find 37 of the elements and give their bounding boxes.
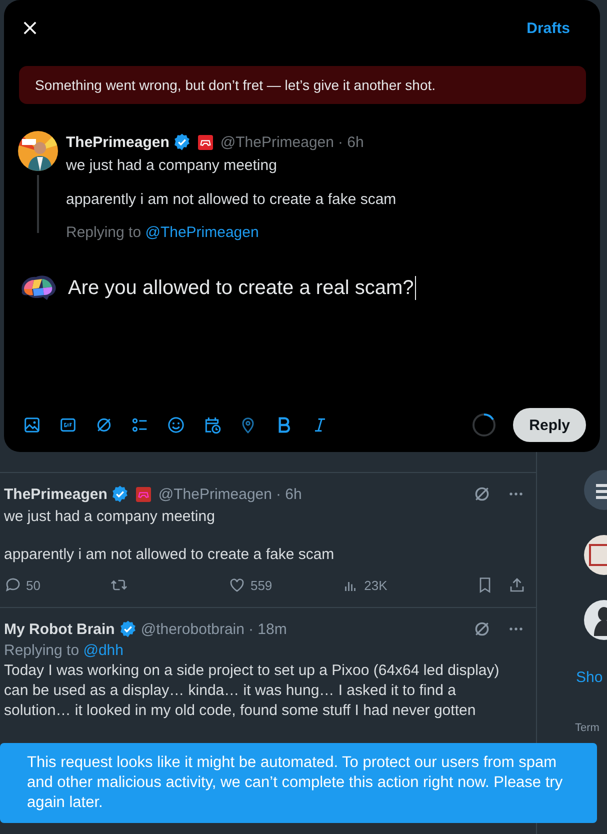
drafts-link[interactable]: Drafts [526,20,570,36]
show-more-link[interactable]: Sho [576,669,603,686]
post-time: · 6h [338,134,364,150]
author-handle[interactable]: @ThePrimeagen [158,486,272,502]
replying-label: Replying to [66,224,142,241]
footer-text[interactable]: Term [575,722,600,734]
replying-label: Replying to [4,642,80,659]
author-name[interactable]: My Robot Brain [4,620,115,638]
emoji-icon[interactable] [166,415,186,435]
like-count[interactable]: 559 [228,576,272,594]
heart-icon [228,576,246,594]
image-icon[interactable] [22,415,42,435]
close-icon[interactable] [22,20,38,36]
author-handle[interactable]: @therobotbrain [140,620,244,638]
reply-count[interactable]: 50 [4,576,40,594]
author-name[interactable]: ThePrimeagen [66,134,170,150]
mention-link[interactable]: @dhh [83,642,124,659]
post-text: apparently i am not allowed to create a fake scam [66,190,396,210]
post-text: Today I was working on a side project to set up a Pixoo (64x64 led display) can be used as a display… kinda… it was hung… I asked it to find a solution… it looked in my old code, found some stuff I had never gotten [4,661,500,721]
share-icon[interactable] [508,576,526,594]
comment-icon [4,576,22,594]
error-toast: This request looks like it might be automated. To protect our users from spam and other malicious activity, we can’t complete this action right now. Please try again later. [0,743,597,823]
author-name[interactable]: ThePrimeagen [4,486,108,502]
post-time: · 6h [276,486,302,502]
post-text: apparently i am not allowed to create a fake scam [4,545,336,565]
progress-ring-icon [471,412,498,438]
controller-icon [136,486,152,502]
post-time: · 18m [248,620,287,638]
mention-link[interactable]: @ThePrimeagen [145,224,259,241]
reply-button[interactable]: Reply [513,408,586,442]
post-text: we just had a company meeting [4,507,216,527]
error-banner: Something went wrong, but don’t fret — let’s give it another shot. [19,66,586,104]
reply-input[interactable]: Are you allowed to create a real scam? [68,276,416,300]
view-count[interactable]: 23K [342,576,388,594]
controller-icon [198,134,214,150]
author-handle[interactable]: @ThePrimeagen [220,134,334,150]
post-text: we just had a company meeting [66,156,278,176]
